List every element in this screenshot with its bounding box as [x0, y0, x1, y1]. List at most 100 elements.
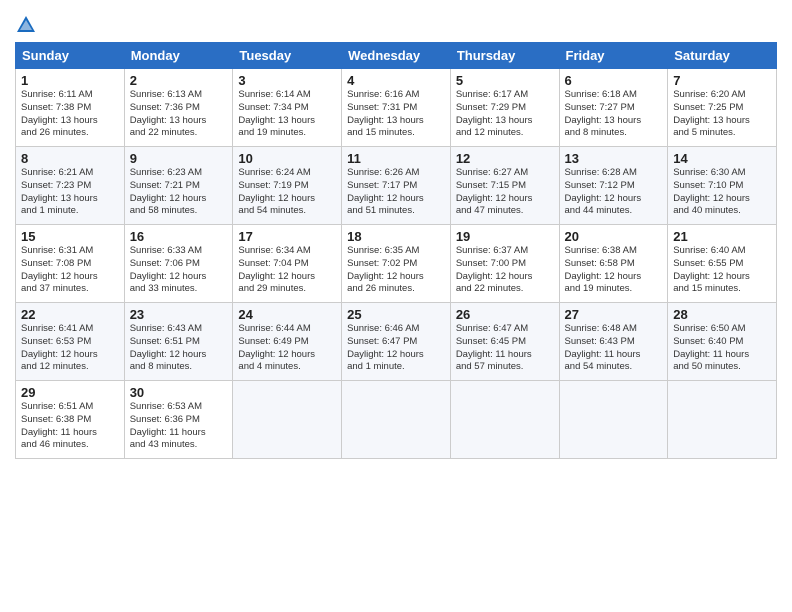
- calendar-cell: 23Sunrise: 6:43 AM Sunset: 6:51 PM Dayli…: [124, 303, 233, 381]
- weekday-header-thursday: Thursday: [450, 43, 559, 69]
- day-number: 16: [130, 229, 228, 244]
- day-number: 29: [21, 385, 119, 400]
- weekday-header-tuesday: Tuesday: [233, 43, 342, 69]
- day-info: Sunrise: 6:37 AM Sunset: 7:00 PM Dayligh…: [456, 245, 554, 296]
- calendar-week-row: 8Sunrise: 6:21 AM Sunset: 7:23 PM Daylig…: [16, 147, 777, 225]
- calendar-cell: 2Sunrise: 6:13 AM Sunset: 7:36 PM Daylig…: [124, 69, 233, 147]
- calendar-cell: 1Sunrise: 6:11 AM Sunset: 7:38 PM Daylig…: [16, 69, 125, 147]
- day-number: 10: [238, 151, 336, 166]
- day-number: 28: [673, 307, 771, 322]
- day-number: 14: [673, 151, 771, 166]
- day-info: Sunrise: 6:28 AM Sunset: 7:12 PM Dayligh…: [565, 167, 663, 218]
- calendar-cell: 15Sunrise: 6:31 AM Sunset: 7:08 PM Dayli…: [16, 225, 125, 303]
- day-info: Sunrise: 6:44 AM Sunset: 6:49 PM Dayligh…: [238, 323, 336, 374]
- day-number: 23: [130, 307, 228, 322]
- day-info: Sunrise: 6:13 AM Sunset: 7:36 PM Dayligh…: [130, 89, 228, 140]
- day-info: Sunrise: 6:20 AM Sunset: 7:25 PM Dayligh…: [673, 89, 771, 140]
- day-info: Sunrise: 6:27 AM Sunset: 7:15 PM Dayligh…: [456, 167, 554, 218]
- calendar-cell: 16Sunrise: 6:33 AM Sunset: 7:06 PM Dayli…: [124, 225, 233, 303]
- calendar-week-row: 15Sunrise: 6:31 AM Sunset: 7:08 PM Dayli…: [16, 225, 777, 303]
- calendar-cell: 7Sunrise: 6:20 AM Sunset: 7:25 PM Daylig…: [668, 69, 777, 147]
- day-info: Sunrise: 6:38 AM Sunset: 6:58 PM Dayligh…: [565, 245, 663, 296]
- calendar-cell: [233, 381, 342, 459]
- calendar-cell: 20Sunrise: 6:38 AM Sunset: 6:58 PM Dayli…: [559, 225, 668, 303]
- logo: [15, 10, 39, 36]
- calendar-page: SundayMondayTuesdayWednesdayThursdayFrid…: [0, 0, 792, 612]
- weekday-header-friday: Friday: [559, 43, 668, 69]
- day-info: Sunrise: 6:53 AM Sunset: 6:36 PM Dayligh…: [130, 401, 228, 452]
- weekday-header-sunday: Sunday: [16, 43, 125, 69]
- weekday-header-wednesday: Wednesday: [342, 43, 451, 69]
- day-number: 22: [21, 307, 119, 322]
- day-number: 18: [347, 229, 445, 244]
- calendar-cell: 11Sunrise: 6:26 AM Sunset: 7:17 PM Dayli…: [342, 147, 451, 225]
- day-info: Sunrise: 6:31 AM Sunset: 7:08 PM Dayligh…: [21, 245, 119, 296]
- calendar-cell: 28Sunrise: 6:50 AM Sunset: 6:40 PM Dayli…: [668, 303, 777, 381]
- calendar-cell: 13Sunrise: 6:28 AM Sunset: 7:12 PM Dayli…: [559, 147, 668, 225]
- calendar-cell: 4Sunrise: 6:16 AM Sunset: 7:31 PM Daylig…: [342, 69, 451, 147]
- day-number: 11: [347, 151, 445, 166]
- day-number: 30: [130, 385, 228, 400]
- day-number: 19: [456, 229, 554, 244]
- day-number: 2: [130, 73, 228, 88]
- day-info: Sunrise: 6:43 AM Sunset: 6:51 PM Dayligh…: [130, 323, 228, 374]
- day-number: 20: [565, 229, 663, 244]
- day-number: 13: [565, 151, 663, 166]
- calendar-cell: 30Sunrise: 6:53 AM Sunset: 6:36 PM Dayli…: [124, 381, 233, 459]
- day-info: Sunrise: 6:30 AM Sunset: 7:10 PM Dayligh…: [673, 167, 771, 218]
- day-number: 25: [347, 307, 445, 322]
- calendar-cell: 25Sunrise: 6:46 AM Sunset: 6:47 PM Dayli…: [342, 303, 451, 381]
- calendar-cell: 6Sunrise: 6:18 AM Sunset: 7:27 PM Daylig…: [559, 69, 668, 147]
- day-number: 8: [21, 151, 119, 166]
- day-info: Sunrise: 6:48 AM Sunset: 6:43 PM Dayligh…: [565, 323, 663, 374]
- day-info: Sunrise: 6:47 AM Sunset: 6:45 PM Dayligh…: [456, 323, 554, 374]
- weekday-header-monday: Monday: [124, 43, 233, 69]
- calendar-cell: 10Sunrise: 6:24 AM Sunset: 7:19 PM Dayli…: [233, 147, 342, 225]
- day-number: 24: [238, 307, 336, 322]
- calendar-cell: 17Sunrise: 6:34 AM Sunset: 7:04 PM Dayli…: [233, 225, 342, 303]
- day-info: Sunrise: 6:18 AM Sunset: 7:27 PM Dayligh…: [565, 89, 663, 140]
- day-number: 1: [21, 73, 119, 88]
- calendar-week-row: 22Sunrise: 6:41 AM Sunset: 6:53 PM Dayli…: [16, 303, 777, 381]
- calendar-table: SundayMondayTuesdayWednesdayThursdayFrid…: [15, 42, 777, 459]
- calendar-cell: 3Sunrise: 6:14 AM Sunset: 7:34 PM Daylig…: [233, 69, 342, 147]
- day-number: 27: [565, 307, 663, 322]
- calendar-cell: 22Sunrise: 6:41 AM Sunset: 6:53 PM Dayli…: [16, 303, 125, 381]
- day-number: 21: [673, 229, 771, 244]
- day-info: Sunrise: 6:50 AM Sunset: 6:40 PM Dayligh…: [673, 323, 771, 374]
- calendar-week-row: 29Sunrise: 6:51 AM Sunset: 6:38 PM Dayli…: [16, 381, 777, 459]
- weekday-header-saturday: Saturday: [668, 43, 777, 69]
- day-info: Sunrise: 6:33 AM Sunset: 7:06 PM Dayligh…: [130, 245, 228, 296]
- day-number: 15: [21, 229, 119, 244]
- logo-icon: [15, 14, 37, 36]
- calendar-cell: 9Sunrise: 6:23 AM Sunset: 7:21 PM Daylig…: [124, 147, 233, 225]
- weekday-header-row: SundayMondayTuesdayWednesdayThursdayFrid…: [16, 43, 777, 69]
- calendar-cell: 24Sunrise: 6:44 AM Sunset: 6:49 PM Dayli…: [233, 303, 342, 381]
- day-info: Sunrise: 6:40 AM Sunset: 6:55 PM Dayligh…: [673, 245, 771, 296]
- day-number: 5: [456, 73, 554, 88]
- calendar-cell: [668, 381, 777, 459]
- day-number: 6: [565, 73, 663, 88]
- day-info: Sunrise: 6:21 AM Sunset: 7:23 PM Dayligh…: [21, 167, 119, 218]
- day-info: Sunrise: 6:17 AM Sunset: 7:29 PM Dayligh…: [456, 89, 554, 140]
- day-number: 4: [347, 73, 445, 88]
- calendar-cell: 21Sunrise: 6:40 AM Sunset: 6:55 PM Dayli…: [668, 225, 777, 303]
- calendar-cell: 26Sunrise: 6:47 AM Sunset: 6:45 PM Dayli…: [450, 303, 559, 381]
- day-info: Sunrise: 6:23 AM Sunset: 7:21 PM Dayligh…: [130, 167, 228, 218]
- day-info: Sunrise: 6:16 AM Sunset: 7:31 PM Dayligh…: [347, 89, 445, 140]
- day-number: 3: [238, 73, 336, 88]
- day-number: 17: [238, 229, 336, 244]
- day-info: Sunrise: 6:46 AM Sunset: 6:47 PM Dayligh…: [347, 323, 445, 374]
- calendar-cell: [450, 381, 559, 459]
- day-number: 26: [456, 307, 554, 322]
- day-info: Sunrise: 6:24 AM Sunset: 7:19 PM Dayligh…: [238, 167, 336, 218]
- calendar-cell: 29Sunrise: 6:51 AM Sunset: 6:38 PM Dayli…: [16, 381, 125, 459]
- day-info: Sunrise: 6:34 AM Sunset: 7:04 PM Dayligh…: [238, 245, 336, 296]
- calendar-cell: 27Sunrise: 6:48 AM Sunset: 6:43 PM Dayli…: [559, 303, 668, 381]
- day-info: Sunrise: 6:26 AM Sunset: 7:17 PM Dayligh…: [347, 167, 445, 218]
- day-info: Sunrise: 6:11 AM Sunset: 7:38 PM Dayligh…: [21, 89, 119, 140]
- calendar-cell: [342, 381, 451, 459]
- day-number: 9: [130, 151, 228, 166]
- day-info: Sunrise: 6:41 AM Sunset: 6:53 PM Dayligh…: [21, 323, 119, 374]
- calendar-cell: 14Sunrise: 6:30 AM Sunset: 7:10 PM Dayli…: [668, 147, 777, 225]
